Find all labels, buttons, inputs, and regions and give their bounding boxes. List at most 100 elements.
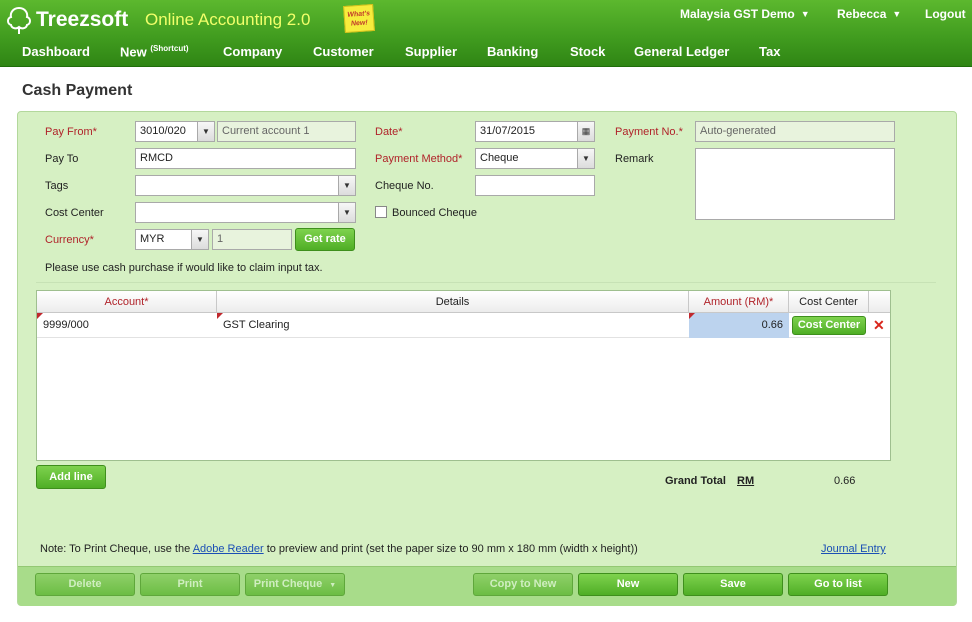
payment-method-select[interactable]: Cheque ▼: [475, 148, 595, 169]
cheque-no-label: Cheque No.: [375, 180, 434, 192]
nav-banking[interactable]: Banking: [487, 44, 538, 59]
row-account-value: 9999/000: [43, 319, 89, 331]
nav-company[interactable]: Company: [223, 44, 282, 59]
new-button[interactable]: New: [578, 573, 678, 596]
currency-value: MYR: [140, 233, 165, 245]
action-bar: Delete Print Print Cheque ▼ Copy to New …: [18, 566, 956, 606]
payment-method-label: Payment Method*: [375, 153, 463, 165]
nav-new-label: New: [120, 44, 147, 60]
chevron-down-icon: ▼: [191, 230, 208, 249]
go-to-list-button[interactable]: Go to list: [788, 573, 888, 596]
input-tax-note: Please use cash purchase if would like t…: [45, 262, 323, 274]
get-rate-button[interactable]: Get rate: [295, 228, 355, 251]
chevron-down-icon: ▼: [338, 176, 355, 195]
col-amount: Amount (RM)*: [689, 291, 789, 313]
print-cheque-note: Note: To Print Cheque, use the Adobe Rea…: [40, 543, 638, 555]
nav-new[interactable]: New (Shortcut): [120, 44, 189, 59]
grand-total-value: 0.66: [834, 475, 856, 487]
col-details: Details: [217, 291, 689, 313]
currency-label: Currency*: [45, 234, 94, 246]
nav-tax[interactable]: Tax: [759, 44, 780, 59]
required-marker: [37, 313, 43, 319]
calendar-icon[interactable]: ▦: [577, 122, 594, 141]
grid-header: Account* Details Amount (RM)* Cost Cente…: [37, 291, 890, 313]
nav-supplier[interactable]: Supplier: [405, 44, 457, 59]
row-cost-center-button[interactable]: Cost Center: [792, 316, 866, 335]
remark-label: Remark: [615, 153, 654, 165]
note-text-after: to preview and print (set the paper size…: [263, 543, 638, 555]
divider: [36, 282, 936, 283]
cost-center-label: Cost Center: [45, 207, 104, 219]
user-menu[interactable]: Rebecca ▼: [837, 7, 901, 21]
grand-total-currency: RM: [737, 475, 755, 487]
col-cost-center: Cost Center: [789, 291, 869, 313]
required-marker: [217, 313, 223, 319]
nav-customer[interactable]: Customer: [313, 44, 374, 59]
bounced-cheque-label: Bounced Cheque: [392, 207, 478, 219]
save-button[interactable]: Save: [683, 573, 783, 596]
bounced-cheque-checkbox[interactable]: [375, 206, 387, 218]
date-input[interactable]: 31/07/2015 ▦: [475, 121, 595, 142]
nav-general-ledger[interactable]: General Ledger: [634, 44, 729, 59]
grand-total-label: Grand Total: [665, 475, 726, 487]
logout-link[interactable]: Logout: [925, 7, 966, 21]
exchange-rate-input[interactable]: 1: [212, 229, 292, 250]
payment-method-value: Cheque: [480, 152, 519, 164]
pay-to-label: Pay To: [45, 153, 79, 165]
payment-no-label: Payment No.*: [615, 126, 683, 138]
cheque-no-input[interactable]: [475, 175, 595, 196]
company-switcher[interactable]: Malaysia GST Demo ▼: [680, 7, 810, 21]
caret-down-icon: ▼: [329, 582, 337, 589]
nav-new-shortcut: (Shortcut): [150, 44, 189, 53]
adobe-reader-link[interactable]: Adobe Reader: [193, 543, 264, 555]
chevron-down-icon: ▼: [892, 9, 902, 19]
user-name: Rebecca: [837, 7, 887, 21]
chevron-down-icon: ▼: [338, 203, 355, 222]
tags-label: Tags: [45, 180, 69, 192]
copy-to-new-button[interactable]: Copy to New: [473, 573, 573, 596]
product-subtitle: Online Accounting 2.0: [145, 10, 311, 29]
main-nav: Dashboard New (Shortcut) Company Custome…: [0, 40, 972, 67]
date-value: 31/07/2015: [480, 125, 536, 137]
journal-entry-link[interactable]: Journal Entry: [821, 543, 886, 555]
pay-from-code: 3010/020: [140, 125, 186, 137]
company-name: Malaysia GST Demo: [680, 7, 795, 21]
chevron-down-icon: ▼: [577, 149, 594, 168]
pay-from-label: Pay From*: [45, 126, 97, 138]
col-account: Account*: [37, 291, 217, 313]
note-text-before: Note: To Print Cheque, use the: [40, 543, 193, 555]
cash-payment-form: Pay From* 3010/020 ▼ Current account 1 P…: [17, 111, 957, 606]
remark-textarea[interactable]: [695, 148, 895, 220]
payment-no-input: Auto-generated: [695, 121, 895, 142]
delete-row-icon[interactable]: ✕: [873, 317, 885, 334]
table-row: 9999/000 GST Clearing 0.66 Cost Center ✕: [37, 313, 890, 338]
top-bar: Treezsoft Online Accounting 2.0 What's N…: [0, 0, 972, 40]
pay-from-account-select[interactable]: 3010/020 ▼: [135, 121, 215, 142]
page-title: Cash Payment: [22, 82, 133, 99]
add-line-button[interactable]: Add line: [36, 465, 106, 489]
cost-center-select[interactable]: ▼: [135, 202, 356, 223]
brand-name: Treezsoft: [36, 8, 129, 31]
print-button[interactable]: Print: [140, 573, 240, 596]
whats-new-badge[interactable]: What's New!: [343, 3, 375, 34]
row-amount-cell[interactable]: 0.66: [689, 313, 789, 338]
row-amount-value: 0.66: [761, 319, 783, 331]
print-cheque-button[interactable]: Print Cheque ▼: [245, 573, 345, 596]
nav-stock[interactable]: Stock: [570, 44, 605, 59]
pay-to-input[interactable]: RMCD: [135, 148, 356, 169]
chevron-down-icon: ▼: [197, 122, 214, 141]
chevron-down-icon: ▼: [800, 9, 810, 19]
row-details-cell[interactable]: GST Clearing: [217, 313, 689, 338]
tags-select[interactable]: ▼: [135, 175, 356, 196]
line-items-grid: Account* Details Amount (RM)* Cost Cente…: [36, 290, 891, 461]
date-label: Date*: [375, 126, 403, 138]
print-cheque-label: Print Cheque: [253, 578, 323, 590]
nav-dashboard[interactable]: Dashboard: [22, 44, 90, 59]
row-account-cell[interactable]: 9999/000: [37, 313, 217, 338]
delete-button[interactable]: Delete: [35, 573, 135, 596]
required-marker: [689, 313, 695, 319]
pay-from-account-name: Current account 1: [217, 121, 356, 142]
currency-select[interactable]: MYR ▼: [135, 229, 209, 250]
brand-logo[interactable]: Treezsoft: [4, 5, 128, 35]
row-details-value: GST Clearing: [223, 319, 290, 331]
